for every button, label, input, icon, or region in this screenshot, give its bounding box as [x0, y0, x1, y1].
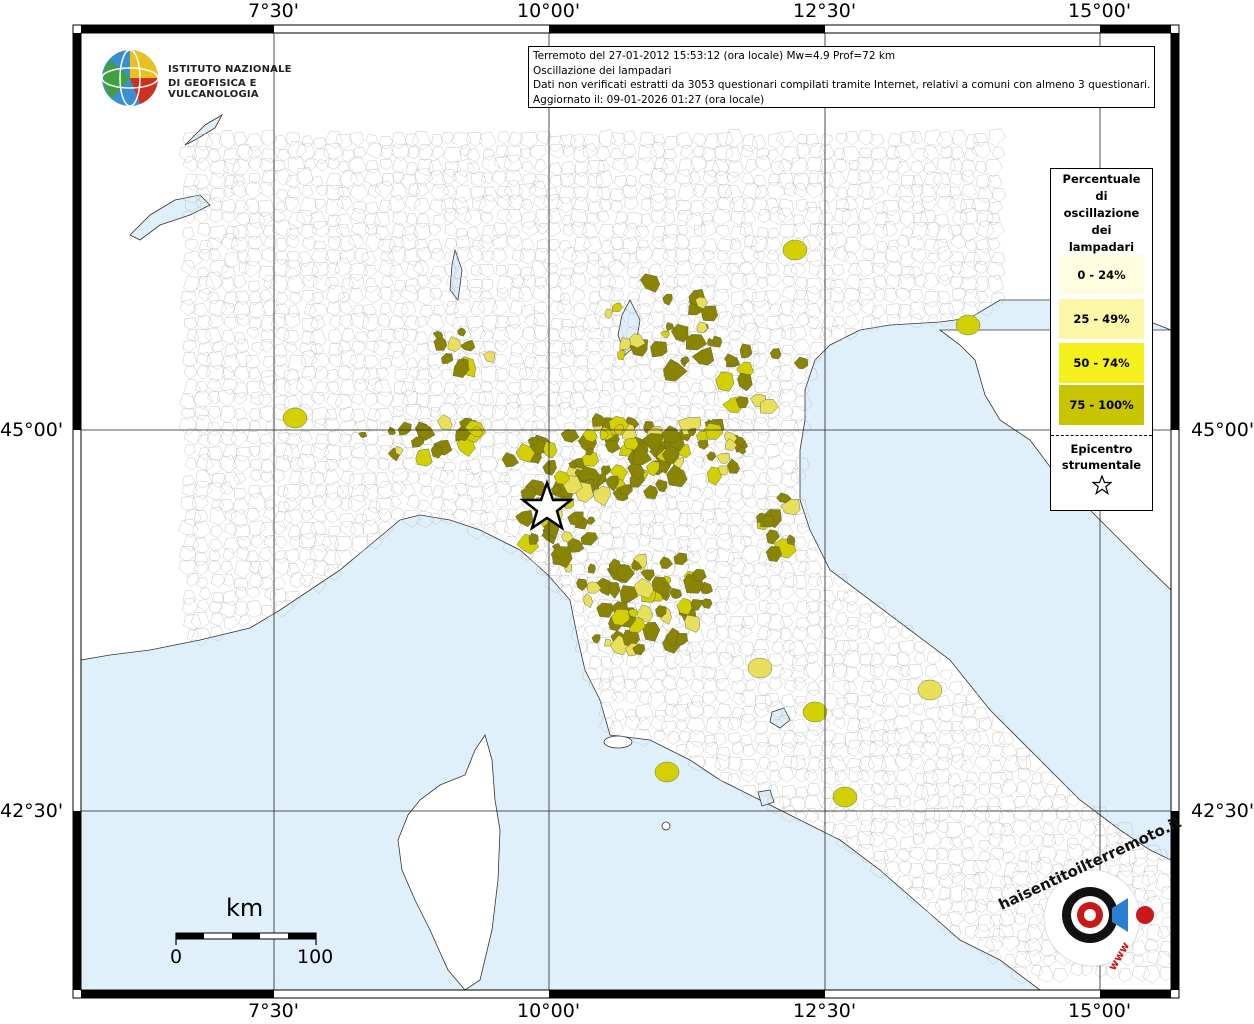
lon-label-bottom-12-30: 12°30': [793, 1000, 857, 1022]
updated-timestamp: Aggiornato il: 09-01-2026 01:27 (ora loc…: [533, 93, 765, 106]
lon-label-top-7-30: 7°30': [248, 0, 299, 22]
legend-epicenter-line: strumentale: [1061, 458, 1142, 472]
map-figure: haisentitoilterremoto.it www 7°30' 10°00…: [0, 0, 1254, 1024]
legend-title-line: lampadari: [1068, 240, 1135, 254]
legend-title-line: di: [1095, 189, 1108, 203]
felt-report-area: [802, 701, 828, 723]
legend-epicenter-line: Epicentro: [1070, 442, 1133, 456]
felt-report-area: [712, 335, 723, 348]
lon-label-bottom-15-00: 15°00': [1068, 1000, 1132, 1022]
felt-report-area: [955, 314, 981, 336]
data-note: Dati non verificati estratti da 3053 que…: [533, 79, 1150, 91]
legend-separator: [1051, 435, 1152, 436]
map-subject: Oscillazione dei lampadari: [533, 64, 672, 77]
legend-title-line: dei: [1091, 223, 1112, 237]
event-summary: Terremoto del 27-01-2012 15:53:12 (ora l…: [533, 50, 896, 62]
elba-island: [603, 735, 633, 749]
legend-title: Percentuale di oscillazione dei lampadar…: [1051, 171, 1152, 256]
legend-class-75-100: 75 - 100%: [1059, 385, 1144, 425]
scale-unit-label: km: [226, 894, 264, 922]
scale-start-label: 0: [170, 946, 183, 968]
map-canvas: haisentitoilterremoto.it www: [72, 24, 1184, 999]
lon-label-top-12-30: 12°30': [793, 0, 857, 22]
lat-label-left-42-30: 42°30': [0, 800, 64, 822]
lon-label-top-15-00: 15°00': [1068, 0, 1132, 22]
institute-name-line1: ISTITUTO NAZIONALE: [168, 64, 292, 75]
felt-report-area: [747, 657, 773, 679]
legend-title-line: oscillazione: [1063, 206, 1140, 220]
legend-title-line: Percentuale: [1062, 172, 1141, 186]
felt-report-area: [917, 679, 943, 701]
legend-class-25-49: 25 - 49%: [1059, 299, 1144, 339]
felt-report-area: [282, 407, 308, 429]
lon-label-top-10-00: 10°00': [517, 0, 581, 22]
legend-star-icon: [1051, 474, 1152, 499]
lon-label-bottom-10-00: 10°00': [517, 1000, 581, 1022]
lon-label-bottom-7-30: 7°30': [248, 1000, 299, 1022]
felt-report-area: [782, 239, 808, 261]
giglio-island: [661, 821, 671, 831]
scale-end-label: 100: [297, 946, 334, 968]
ingv-logo: ISTITUTO NAZIONALE DI GEOFISICA E VULCAN…: [100, 47, 310, 109]
felt-report-area: [654, 761, 680, 783]
legend-epicenter-label: Epicentro strumentale: [1051, 441, 1152, 473]
event-info-box: Terremoto del 27-01-2012 15:53:12 (ora l…: [528, 46, 1155, 108]
legend: Percentuale di oscillazione dei lampadar…: [1050, 168, 1153, 511]
lat-label-left-45-00: 45°00': [0, 419, 64, 441]
lat-label-right-45-00: 45°00': [1191, 419, 1254, 441]
lat-label-right-42-30: 42°30': [1191, 800, 1254, 822]
felt-report-area: [832, 786, 858, 808]
legend-class-50-74: 50 - 74%: [1059, 343, 1144, 383]
legend-class-0-24: 0 - 24%: [1059, 255, 1144, 295]
institute-name-line2: DI GEOFISICA E VULCANOLOGIA: [168, 78, 259, 100]
